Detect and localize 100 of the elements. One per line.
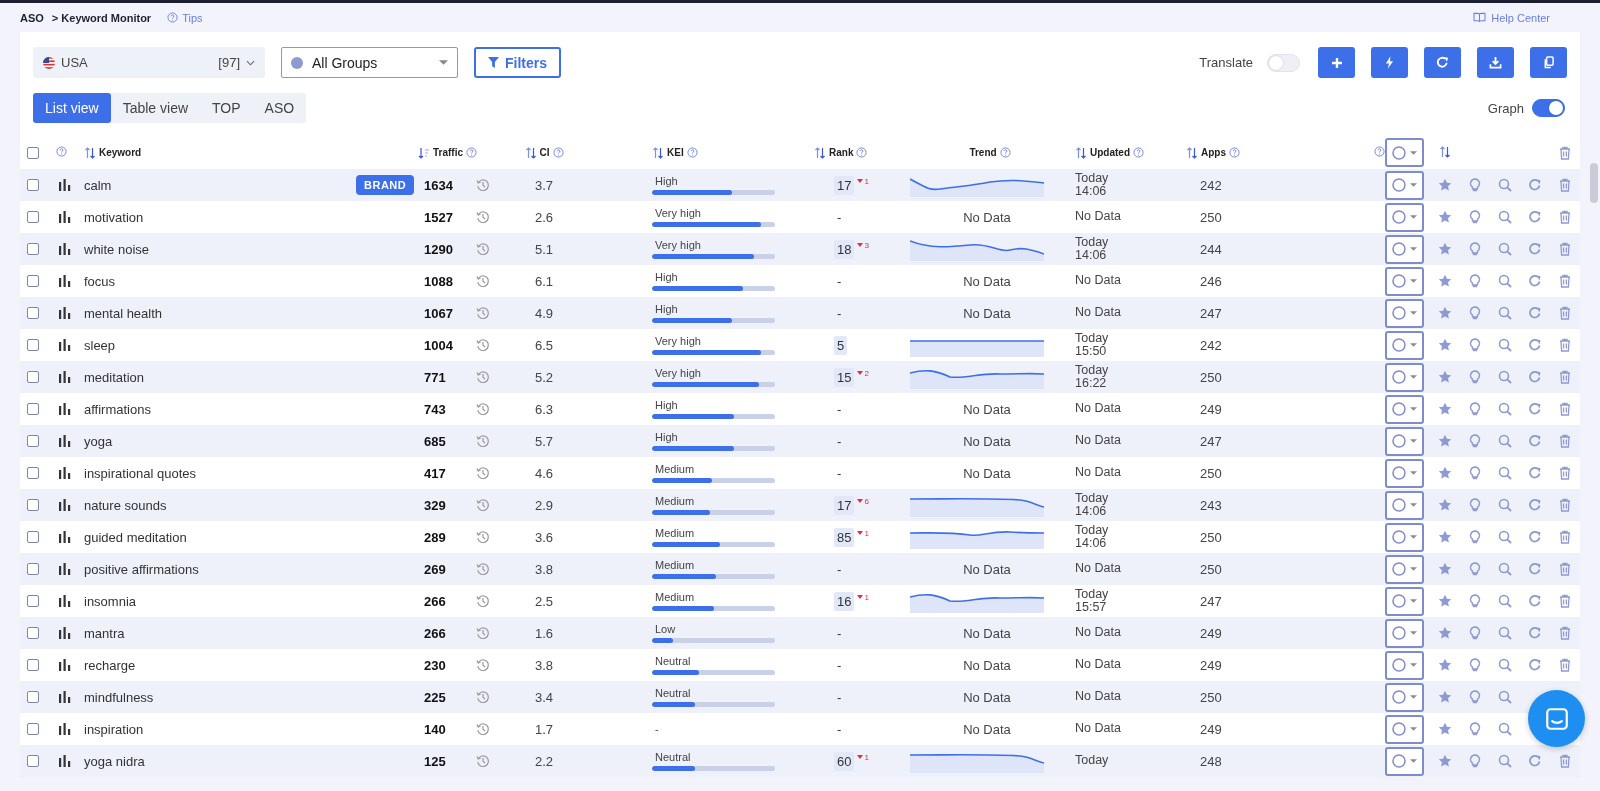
bar-chart-icon[interactable] bbox=[59, 339, 71, 351]
status-dropdown[interactable] bbox=[1385, 682, 1424, 712]
bar-chart-icon[interactable] bbox=[59, 211, 71, 223]
column-header[interactable]: Trend bbox=[969, 147, 997, 158]
star-icon[interactable] bbox=[1438, 562, 1452, 576]
status-dropdown[interactable] bbox=[1385, 362, 1424, 392]
bar-chart-icon[interactable] bbox=[59, 243, 71, 255]
bar-chart-icon[interactable] bbox=[59, 371, 71, 383]
trash-icon[interactable] bbox=[1559, 754, 1571, 768]
bar-chart-icon[interactable] bbox=[59, 403, 71, 415]
column-header[interactable]: Apps bbox=[1201, 147, 1226, 158]
status-dropdown[interactable] bbox=[1385, 170, 1424, 200]
star-icon[interactable] bbox=[1438, 466, 1452, 480]
column-header[interactable]: Rank bbox=[829, 147, 854, 158]
search-icon[interactable] bbox=[1498, 498, 1512, 512]
status-dropdown[interactable] bbox=[1385, 714, 1424, 744]
group-select[interactable]: All Groups bbox=[281, 47, 458, 78]
status-dropdown[interactable] bbox=[1385, 138, 1424, 167]
trash-icon[interactable] bbox=[1559, 274, 1571, 288]
refresh-icon[interactable] bbox=[1528, 178, 1542, 192]
star-icon[interactable] bbox=[1438, 530, 1452, 544]
status-dropdown[interactable] bbox=[1385, 650, 1424, 680]
bar-chart-icon[interactable] bbox=[59, 435, 71, 447]
history-icon[interactable] bbox=[476, 530, 490, 544]
history-icon[interactable] bbox=[476, 466, 490, 480]
sort-icon[interactable] bbox=[84, 146, 96, 159]
star-icon[interactable] bbox=[1438, 402, 1452, 416]
history-icon[interactable] bbox=[476, 690, 490, 704]
refresh-icon[interactable] bbox=[1528, 498, 1542, 512]
sort-icon[interactable] bbox=[1075, 146, 1087, 159]
column-header[interactable]: CI bbox=[539, 147, 550, 158]
column-header[interactable]: Keyword bbox=[99, 147, 142, 158]
refresh-icon[interactable] bbox=[1528, 562, 1542, 576]
star-icon[interactable] bbox=[1438, 594, 1452, 608]
row-checkbox[interactable] bbox=[27, 755, 39, 767]
search-icon[interactable] bbox=[1498, 210, 1512, 224]
star-icon[interactable] bbox=[1438, 434, 1452, 448]
trash-icon[interactable] bbox=[1559, 658, 1571, 672]
row-checkbox[interactable] bbox=[27, 659, 39, 671]
breadcrumb-link[interactable]: ASO bbox=[20, 11, 44, 24]
search-icon[interactable] bbox=[1498, 434, 1512, 448]
bar-chart-icon[interactable] bbox=[59, 755, 71, 767]
lightbulb-icon[interactable] bbox=[1469, 306, 1481, 320]
refresh-icon[interactable] bbox=[1528, 658, 1542, 672]
bar-chart-icon[interactable] bbox=[59, 531, 71, 543]
star-icon[interactable] bbox=[1438, 370, 1452, 384]
search-icon[interactable] bbox=[1498, 306, 1512, 320]
star-icon[interactable] bbox=[1438, 690, 1452, 704]
history-icon[interactable] bbox=[476, 722, 490, 736]
bar-chart-icon[interactable] bbox=[59, 723, 71, 735]
history-icon[interactable] bbox=[476, 434, 490, 448]
help-icon[interactable] bbox=[686, 147, 698, 158]
view-tab[interactable]: ASO bbox=[252, 93, 307, 123]
lightbulb-icon[interactable] bbox=[1469, 338, 1481, 352]
lightbulb-icon[interactable] bbox=[1469, 658, 1481, 672]
bar-chart-icon[interactable] bbox=[59, 307, 71, 319]
bar-chart-icon[interactable] bbox=[59, 627, 71, 639]
refresh-icon[interactable] bbox=[1528, 242, 1542, 256]
trash-icon[interactable] bbox=[1559, 210, 1571, 224]
help-icon[interactable] bbox=[167, 12, 179, 23]
graph-toggle[interactable] bbox=[1532, 99, 1565, 117]
status-dropdown[interactable] bbox=[1385, 298, 1424, 328]
add-button[interactable] bbox=[1318, 47, 1355, 78]
refresh-icon[interactable] bbox=[1528, 402, 1542, 416]
history-icon[interactable] bbox=[476, 498, 490, 512]
trash-icon[interactable] bbox=[1559, 530, 1571, 544]
help-icon[interactable] bbox=[466, 147, 477, 158]
lightbulb-icon[interactable] bbox=[1469, 370, 1481, 384]
star-icon[interactable] bbox=[1438, 754, 1452, 768]
search-icon[interactable] bbox=[1498, 274, 1512, 288]
refresh-icon[interactable] bbox=[1528, 434, 1542, 448]
lightbulb-icon[interactable] bbox=[1469, 466, 1481, 480]
search-icon[interactable] bbox=[1498, 242, 1512, 256]
status-dropdown[interactable] bbox=[1385, 266, 1424, 296]
history-icon[interactable] bbox=[476, 338, 490, 352]
star-icon[interactable] bbox=[1438, 210, 1452, 224]
refresh-icon[interactable] bbox=[1528, 338, 1542, 352]
download-button[interactable] bbox=[1477, 47, 1514, 78]
history-icon[interactable] bbox=[476, 402, 490, 416]
status-dropdown[interactable] bbox=[1385, 746, 1424, 776]
copy-button[interactable] bbox=[1530, 47, 1567, 78]
row-checkbox[interactable] bbox=[27, 563, 39, 575]
trash-icon[interactable] bbox=[1559, 498, 1571, 512]
lightbulb-icon[interactable] bbox=[1469, 210, 1481, 224]
search-icon[interactable] bbox=[1498, 370, 1512, 384]
refresh-icon[interactable] bbox=[1528, 594, 1542, 608]
column-header[interactable]: Traffic bbox=[433, 147, 463, 158]
search-icon[interactable] bbox=[1498, 466, 1512, 480]
refresh-icon[interactable] bbox=[1528, 754, 1542, 768]
star-icon[interactable] bbox=[1438, 178, 1452, 192]
trash-icon[interactable] bbox=[1559, 242, 1571, 256]
row-checkbox[interactable] bbox=[27, 435, 39, 447]
trash-icon[interactable] bbox=[1559, 145, 1571, 160]
bar-chart-icon[interactable] bbox=[59, 499, 71, 511]
refresh-icon[interactable] bbox=[1528, 210, 1542, 224]
star-icon[interactable] bbox=[1438, 274, 1452, 288]
search-icon[interactable] bbox=[1498, 658, 1512, 672]
column-header[interactable]: KEI bbox=[667, 147, 684, 158]
bar-chart-icon[interactable] bbox=[59, 563, 71, 575]
trash-icon[interactable] bbox=[1559, 338, 1571, 352]
